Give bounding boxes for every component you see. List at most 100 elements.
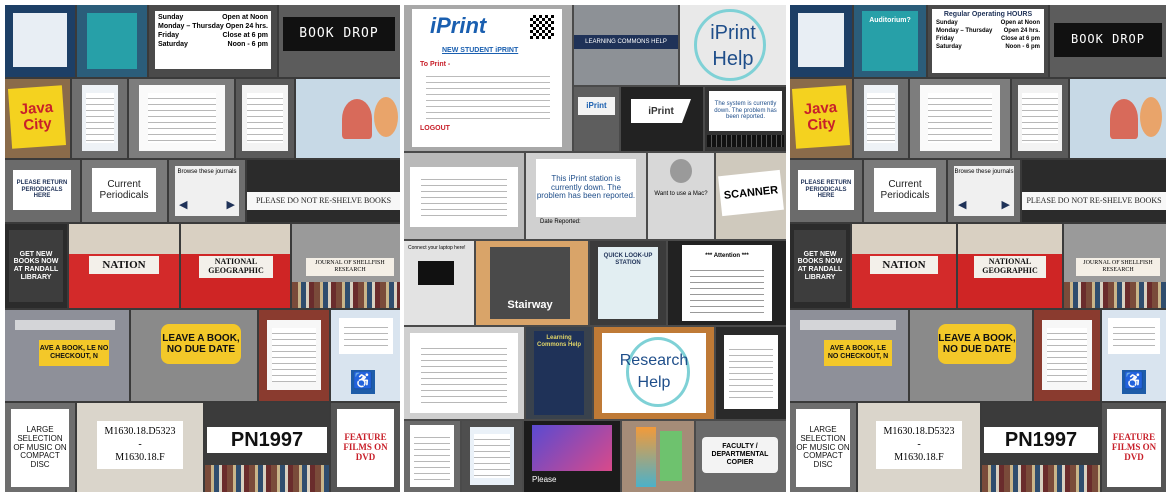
iprint-flag-tile: iPrint bbox=[621, 87, 703, 151]
pn1997-label: PN1997 bbox=[984, 427, 1098, 453]
stepped-away-tile bbox=[716, 327, 786, 419]
colorful-poster-tile bbox=[622, 421, 694, 492]
book-drop-sign: BOOK DROP bbox=[283, 17, 395, 51]
current-periodicals-tile: Current Periodicals bbox=[864, 160, 946, 222]
stairway-tile: Stairway bbox=[476, 241, 588, 325]
date-reported: Date Reported: bbox=[540, 219, 581, 225]
music-compact-disc-sign: LARGE SELECTION OF MUSIC ON COMPACT DISC bbox=[796, 409, 850, 487]
framed-notice-tile bbox=[129, 79, 234, 158]
music-cd-tile: LARGE SELECTION OF MUSIC ON COMPACT DISC bbox=[5, 403, 75, 492]
middle-collage-panel: iPrint NEW STUDENT iPRINT To Print - LOG… bbox=[404, 5, 786, 492]
notice-tile bbox=[72, 79, 127, 158]
browse-journals-label: Browse these journals bbox=[954, 169, 1014, 175]
nation-label: NATION bbox=[89, 256, 159, 274]
national-geographic-label: NATIONAL GEOGRAPHIC bbox=[199, 256, 273, 278]
notice-tile bbox=[236, 79, 294, 158]
attention-tile: *** Attention *** bbox=[668, 241, 786, 325]
callno-to: M1630.18.F bbox=[894, 452, 944, 463]
accessibility-tile: ♿ bbox=[1102, 310, 1166, 401]
brochure-tile bbox=[462, 421, 522, 492]
bookshelf bbox=[1064, 282, 1166, 308]
current-periodicals-sign: Current Periodicals bbox=[874, 168, 936, 212]
pn1997-label: PN1997 bbox=[207, 427, 327, 453]
nation-shelf-tile: NATION bbox=[852, 224, 956, 308]
national-geographic-label: NATIONAL GEOGRAPHIC bbox=[974, 256, 1046, 278]
journal-shelf-tile: JOURNAL OF SHELLFISH RESEARCH bbox=[292, 224, 400, 308]
scanner-tile: SCANNER bbox=[716, 153, 786, 239]
java-city-sign: Java City bbox=[791, 85, 851, 149]
learning-commons-banner: Learning Commons Help bbox=[534, 331, 584, 415]
library-ceiling-tile: AVE A BOOK, LE NO CHECKOUT, N bbox=[5, 310, 129, 401]
return-periodicals-tile: PLEASE RETURN PERIODICALS HERE bbox=[790, 160, 862, 222]
browse-journals-label: Browse these journals bbox=[177, 169, 237, 175]
feature-films-sign: FEATURE FILMS ON DVD bbox=[337, 409, 394, 487]
feature-films-tile: FEATURE FILMS ON DVD bbox=[1102, 403, 1166, 492]
station-down-tile: This iPrint station is currently down. T… bbox=[526, 153, 646, 239]
quick-lookup-sign: QUICK LOOK-UP STATION bbox=[598, 247, 658, 319]
book-drop-tile: BOOK DROP bbox=[279, 5, 400, 77]
leave-a-book-partial-sign: AVE A BOOK, LE NO CHECKOUT, N bbox=[39, 340, 109, 366]
leave-a-book-sign: LEAVE A BOOK, NO DUE DATE bbox=[161, 324, 241, 364]
printer-info-tile bbox=[404, 327, 524, 419]
learning-commons-help-sign: LEARNING COMMONS HELP bbox=[574, 35, 678, 49]
do-not-reshelve-tile: PLEASE DO NOT RE-SHELVE BOOKS bbox=[247, 160, 400, 222]
get-new-books-tile: GET NEW BOOKS NOW AT RANDALL LIBRARY bbox=[5, 224, 67, 308]
nation-shelf-tile: NATION bbox=[69, 224, 179, 308]
feature-films-sign: FEATURE FILMS ON DVD bbox=[1107, 409, 1161, 487]
iprint-flyer-tile: iPrint NEW STUDENT iPRINT To Print - LOG… bbox=[404, 5, 572, 151]
kids-poster-tile bbox=[1070, 79, 1166, 158]
national-geographic-shelf-tile: NATIONAL GEOGRAPHIC bbox=[181, 224, 290, 308]
hours-row: Saturday Noon - 6 pm bbox=[158, 41, 268, 48]
qr-code-icon bbox=[530, 15, 554, 39]
faculty-copier-tile: FACULTY / DEPARTMENTAL COPIER bbox=[696, 421, 786, 492]
current-periodicals-tile: Current Periodicals bbox=[82, 160, 167, 222]
learning-commons-tile bbox=[404, 421, 460, 492]
station-down-sign: This iPrint station is currently down. T… bbox=[536, 159, 636, 217]
hours-row: Friday Close at 6 pm bbox=[936, 36, 1040, 42]
hours-row: Saturday Noon - 6 pm bbox=[936, 44, 1040, 50]
mac-tile: Want to use a Mac? bbox=[648, 153, 714, 239]
bookshelf bbox=[292, 282, 400, 308]
iprint-logo: iPrint bbox=[430, 13, 487, 38]
scanner-sign: SCANNER bbox=[718, 169, 784, 217]
nation-label: NATION bbox=[870, 256, 938, 274]
journal-shellfish-label: JOURNAL OF SHELLFISH RESEARCH bbox=[1076, 258, 1160, 276]
system-down-sign: The system is currently down. The proble… bbox=[709, 91, 782, 131]
callno-sep: - bbox=[917, 439, 921, 450]
logout-heading: LOGOUT bbox=[420, 125, 450, 132]
callno-sep: - bbox=[138, 439, 142, 450]
hours-sign-tile: Sunday Open at Noon Monday – Thursday Open… bbox=[149, 5, 277, 77]
bookshelf bbox=[205, 465, 329, 492]
kids-poster-tile bbox=[296, 79, 400, 158]
hours-row: Monday – Thursday Open 24 hrs. bbox=[936, 28, 1040, 34]
learning-commons-help-tile: LEARNING COMMONS HELP bbox=[574, 5, 678, 85]
callno-to: M1630.18.F bbox=[115, 452, 165, 463]
auditorium-label: Auditorium? bbox=[869, 17, 911, 25]
book-drop-sign: BOOK DROP bbox=[1054, 23, 1162, 57]
java-city-tile: Java City bbox=[790, 79, 852, 158]
hours-row: Sunday Open at Noon bbox=[158, 14, 268, 21]
return-periodicals-sign: PLEASE RETURN PERIODICALS HERE bbox=[798, 170, 854, 210]
system-down-tile: The system is currently down. The proble… bbox=[705, 87, 786, 151]
monitor-icon bbox=[418, 261, 454, 285]
accessibility-tile: ♿ bbox=[331, 310, 400, 401]
attention-heading: *** Attention *** bbox=[705, 252, 749, 259]
java-city-tile: Java City bbox=[5, 79, 70, 158]
callno-from: M1630.18.D5323 bbox=[883, 426, 955, 437]
current-periodicals-sign: Current Periodicals bbox=[92, 168, 156, 212]
instructions-tile bbox=[404, 153, 524, 239]
arrow-right-icon: ▶ bbox=[1001, 199, 1010, 211]
notice-tile bbox=[1034, 310, 1100, 401]
to-print-heading: To Print - bbox=[420, 61, 451, 68]
browse-journals-tile: Browse these journals ◀ ▶ bbox=[948, 160, 1020, 222]
do-not-reshelve-sign: PLEASE DO NOT RE-SHELVE BOOKS bbox=[1022, 192, 1166, 210]
iprint-help-iprint: iPrint bbox=[710, 22, 756, 44]
leave-a-book-sign: LEAVE A BOOK, NO DUE DATE bbox=[938, 324, 1016, 364]
please-label: Please bbox=[532, 475, 557, 484]
help-label: Help bbox=[637, 374, 671, 392]
hours-heading: Regular Operating HOURS bbox=[943, 11, 1033, 18]
hours-sign-tile: Regular Operating HOURS Sunday Open at No… bbox=[928, 5, 1048, 77]
new-student-iprint-heading: NEW STUDENT iPRINT bbox=[442, 47, 519, 54]
connect-laptop-label: Connect your laptop here! bbox=[408, 245, 466, 251]
faculty-copier-sign: FACULTY / DEPARTMENTAL COPIER bbox=[702, 437, 778, 473]
